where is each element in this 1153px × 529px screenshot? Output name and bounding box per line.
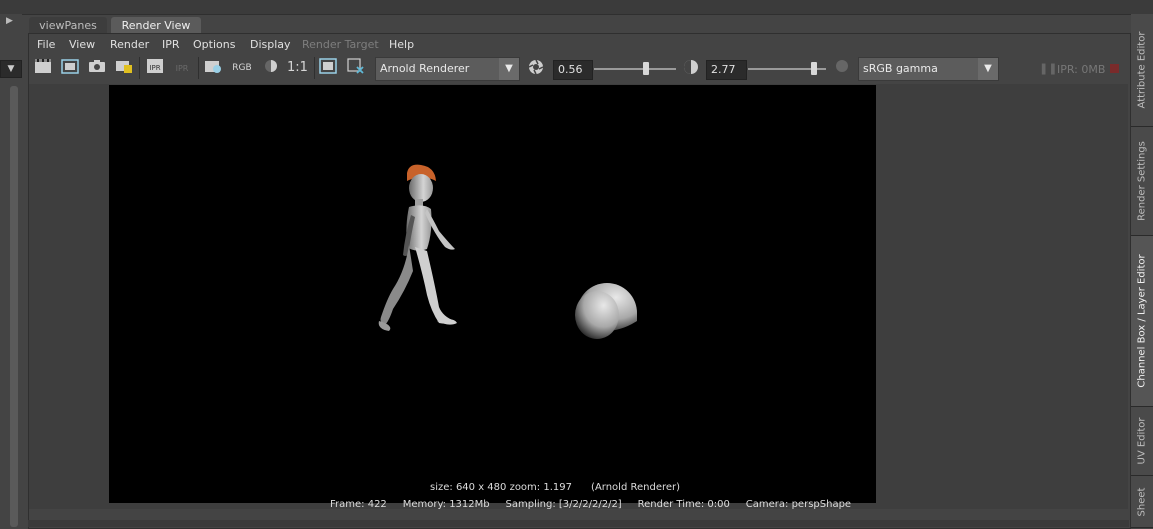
tab-sheet[interactable]: Sheet [1131, 476, 1153, 528]
rendered-scene [378, 164, 637, 339]
exposure-icon [526, 58, 546, 78]
menu-view[interactable]: View [69, 38, 95, 52]
expand-arrow-icon[interactable]: ▶ [6, 16, 13, 26]
tab-uv-editor[interactable]: UV Editor [1131, 407, 1153, 476]
camera-readout: Camera: perspShape [745, 499, 852, 510]
render-frame-icon[interactable] [33, 58, 53, 78]
tab-channel-box-label: Channel Box / Layer Editor [1136, 254, 1148, 388]
renderer-select[interactable]: Arnold Renderer ▼ [375, 57, 520, 81]
rendered-image[interactable] [109, 85, 876, 503]
ipr-render-icon[interactable]: IPR [145, 58, 165, 78]
menu-render-target[interactable]: Render Target [302, 38, 379, 52]
render-status-line: Frame: 422 Memory: 1312Mb Sampling: [3/2… [330, 499, 851, 510]
menu-ipr[interactable]: IPR [162, 38, 180, 52]
sampling-readout: Sampling: [3/2/2/2/2/2] [505, 499, 622, 510]
menu-render[interactable]: Render [110, 38, 149, 52]
toolbar-separator [198, 57, 199, 79]
frame-readout: Frame: 422 [330, 499, 387, 510]
image-info-text: size: 640 x 480 zoom: 1.197 (Arnold Rend… [430, 482, 681, 493]
chevron-down-icon[interactable]: ▼ [978, 58, 998, 80]
tab-render-settings[interactable]: Render Settings [1131, 127, 1153, 236]
walking-character [378, 164, 457, 331]
color-management-icon[interactable] [832, 58, 852, 78]
svg-text:IPR: IPR [176, 64, 189, 73]
gamma-slider-handle[interactable] [811, 62, 817, 75]
left-scrollbar[interactable] [10, 86, 18, 527]
menu-display[interactable]: Display [250, 38, 291, 52]
chevron-down-icon[interactable]: ▼ [499, 58, 519, 80]
gamma-field[interactable]: 2.77 [706, 60, 747, 80]
display-image-icon[interactable] [318, 58, 338, 78]
menu-help[interactable]: Help [389, 38, 414, 52]
tab-uv-editor-label: UV Editor [1136, 417, 1148, 465]
exposure-slider-handle[interactable] [643, 62, 649, 75]
ipr-memory-readout: IPR: 0MB [1057, 63, 1106, 76]
pause-icon[interactable]: ❚❚ [1039, 62, 1057, 75]
color-space-label: sRGB gamma [863, 62, 938, 75]
tab-channel-box-layer-editor[interactable]: Channel Box / Layer Editor [1131, 236, 1153, 407]
memory-readout: Memory: 1312Mb [402, 499, 490, 510]
gamma-icon [681, 58, 701, 78]
stop-icon[interactable] [1110, 64, 1119, 73]
refresh-ipr-icon[interactable]: IPR [172, 58, 192, 78]
tab-render-settings-label: Render Settings [1136, 141, 1148, 221]
tab-attribute-editor[interactable]: Attribute Editor [1131, 14, 1153, 127]
exposure-slider-track[interactable] [594, 68, 676, 70]
render-sequence-icon[interactable] [114, 58, 134, 78]
render-region-icon[interactable] [60, 58, 80, 78]
toolbar-separator [314, 57, 315, 79]
snapshot-icon[interactable] [87, 58, 107, 78]
alpha-channel-icon[interactable] [261, 58, 281, 78]
menu-file[interactable]: File [37, 38, 55, 52]
tab-attribute-editor-label: Attribute Editor [1136, 31, 1148, 109]
top-strip [0, 0, 1153, 15]
render-settings-icon[interactable] [203, 58, 223, 78]
render-time-readout: Render Time: 0:00 [637, 499, 730, 510]
tab-sheet-label: Sheet [1136, 487, 1148, 516]
bottom-bar [28, 520, 1129, 527]
sphere-object [575, 283, 637, 339]
svg-text:IPR: IPR [149, 64, 160, 72]
toolbar-separator [139, 57, 140, 79]
real-size-button[interactable]: 1:1 [287, 58, 308, 78]
rgb-channel-button[interactable]: RGB [232, 58, 252, 78]
menu-options[interactable]: Options [193, 38, 235, 52]
exposure-field[interactable]: 0.56 [553, 60, 593, 80]
clear-image-icon[interactable] [346, 58, 366, 78]
left-dropdown-icon[interactable]: ▼ [0, 60, 22, 78]
renderer-select-label: Arnold Renderer [380, 62, 470, 75]
tab-viewpanes[interactable]: viewPanes [29, 17, 107, 34]
color-space-select[interactable]: sRGB gamma ▼ [858, 57, 999, 81]
tab-render-view[interactable]: Render View [111, 17, 201, 34]
